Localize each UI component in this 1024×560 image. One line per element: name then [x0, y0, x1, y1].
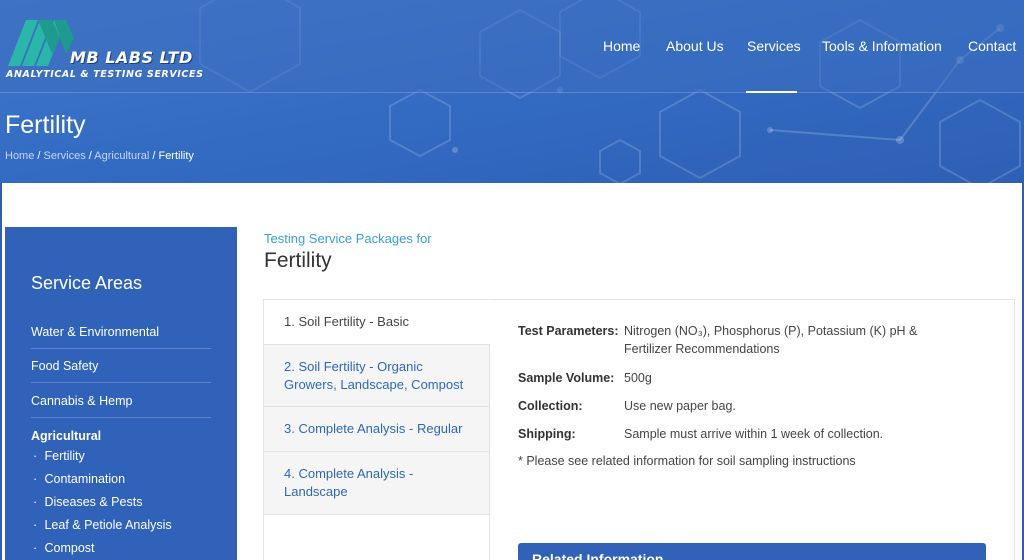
related-information-header[interactable]: Related Information — [518, 543, 986, 560]
nav-home[interactable]: Home — [603, 38, 640, 54]
section-title: Fertility — [264, 249, 332, 272]
breadcrumb-separator: / — [85, 150, 95, 162]
sidebar-subitem-label: Contamination — [44, 472, 126, 486]
tab-complete-analysis-landscape[interactable]: 4. Complete Analysis - Landscape — [263, 451, 490, 515]
detail-label: Shipping: — [518, 427, 576, 441]
sidebar-subitem-label: Diseases & Pests — [44, 495, 143, 509]
sidebar-subitem-contamination[interactable]: · Contamination — [33, 472, 125, 486]
page-header: MB LABS LTD ANALYTICAL & TESTING SERVICE… — [0, 0, 1024, 183]
sidebar-subitem-label: Compost — [44, 541, 95, 555]
frame-edge-left — [0, 183, 2, 560]
tab-complete-analysis-regular[interactable]: 3. Complete Analysis - Regular — [263, 406, 490, 452]
breadcrumb: Home / Services / Agricultural / Fertili… — [5, 150, 194, 162]
breadcrumb-services[interactable]: Services — [44, 150, 86, 162]
section-kicker: Testing Service Packages for — [264, 231, 432, 246]
sidebar-item-water-environmental[interactable]: Water & Environmental — [31, 325, 211, 349]
detail-value: Nitrogen (NO₃), Phosphorus (P), Potassiu… — [624, 324, 918, 356]
detail-value: Sample must arrive within 1 week of coll… — [624, 427, 884, 441]
detail-value: Use new paper bag. — [624, 399, 736, 413]
nav-contact[interactable]: Contact — [968, 38, 1016, 54]
page-title: Fertility — [5, 111, 86, 139]
breadcrumb-current: Fertility — [158, 150, 194, 162]
sidebar-item-food-safety[interactable]: Food Safety — [31, 359, 211, 383]
sidebar-subitem-fertility[interactable]: · Fertility — [33, 449, 85, 463]
company-logo[interactable]: MB LABS LTD ANALYTICAL & TESTING SERVICE… — [4, 16, 204, 84]
company-name: MB LABS LTD — [70, 48, 193, 67]
mb-logo-mark-icon — [8, 20, 74, 66]
tab-soil-fertility-organic[interactable]: 2. Soil Fertility - Organic Growers, Lan… — [263, 344, 490, 407]
sidebar-item-agricultural[interactable]: Agricultural — [31, 429, 101, 443]
sampling-note: * Please see related information for soi… — [518, 454, 856, 468]
sidebar-subitem-label: Leaf & Petiole Analysis — [44, 518, 172, 532]
bullet-icon: · — [33, 495, 38, 509]
sidebar-subitem-leaf-petiole-analysis[interactable]: · Leaf & Petiole Analysis — [33, 518, 172, 532]
company-tagline: ANALYTICAL & TESTING SERVICES — [6, 69, 204, 80]
detail-row-sample-volume: Sample Volume: 500g — [518, 369, 978, 387]
sidebar-subitem-compost[interactable]: · Compost — [33, 541, 95, 555]
bullet-icon: · — [33, 449, 38, 463]
breadcrumb-home[interactable]: Home — [5, 150, 34, 162]
sidebar-title: Service Areas — [31, 273, 143, 293]
nav-about-us[interactable]: About Us — [666, 38, 724, 54]
nav-services[interactable]: Services — [747, 38, 801, 54]
breadcrumb-agricultural[interactable]: Agricultural — [94, 150, 149, 162]
service-areas-sidebar: Service Areas Water & Environmental Food… — [5, 227, 237, 560]
detail-label: Sample Volume: — [518, 371, 615, 385]
sidebar-item-cannabis-hemp[interactable]: Cannabis & Hemp — [31, 394, 211, 418]
top-navigation-bar: MB LABS LTD ANALYTICAL & TESTING SERVICE… — [0, 0, 1024, 93]
bullet-icon: · — [33, 472, 38, 486]
nav-tools-information[interactable]: Tools & Information — [822, 38, 942, 54]
tab-content-divider — [489, 345, 490, 560]
detail-row-shipping: Shipping: Sample must arrive within 1 we… — [518, 425, 978, 443]
nav-active-indicator — [746, 91, 797, 93]
bullet-icon: · — [33, 541, 38, 555]
detail-value: 500g — [624, 371, 652, 385]
bullet-icon: · — [33, 518, 38, 532]
tab-soil-fertility-basic[interactable]: 1. Soil Fertility - Basic — [263, 299, 490, 345]
detail-row-collection: Collection: Use new paper bag. — [518, 397, 978, 415]
sidebar-subitem-diseases-pests[interactable]: · Diseases & Pests — [33, 495, 142, 509]
detail-label: Test Parameters: — [518, 324, 619, 338]
detail-label: Collection: — [518, 399, 583, 413]
sidebar-subitem-label: Fertility — [44, 449, 85, 463]
breadcrumb-separator: / — [34, 150, 44, 162]
detail-row-test-parameters: Test Parameters: Nitrogen (NO₃), Phospho… — [518, 322, 978, 358]
